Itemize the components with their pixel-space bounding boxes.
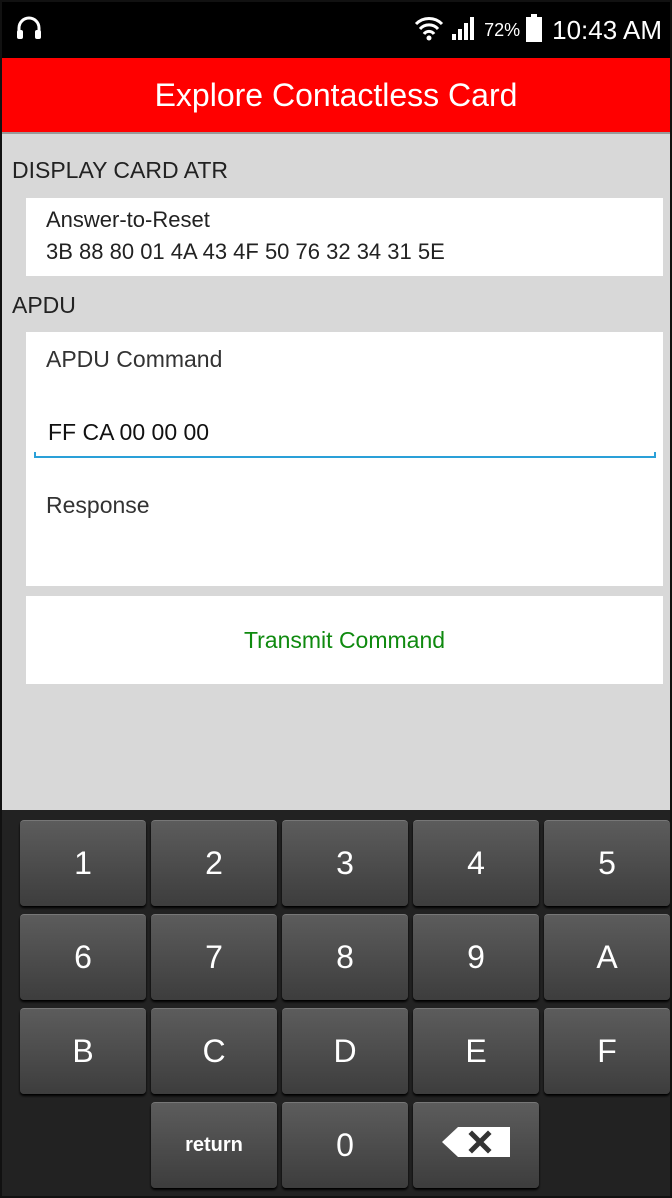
apdu-command-input[interactable] xyxy=(34,412,656,452)
key-e[interactable]: E xyxy=(413,1008,539,1094)
key-1[interactable]: 1 xyxy=(20,820,146,906)
section-label-atr: DISPLAY CARD ATR xyxy=(12,157,229,183)
battery-percentage: 72% xyxy=(484,19,521,40)
key-9[interactable]: 9 xyxy=(413,914,539,1000)
key-2[interactable]: 2 xyxy=(151,820,277,906)
input-underline xyxy=(34,452,656,458)
key-c[interactable]: C xyxy=(151,1008,277,1094)
key-b[interactable]: B xyxy=(20,1008,146,1094)
key-6[interactable]: 6 xyxy=(20,914,146,1000)
key-3[interactable]: 3 xyxy=(282,820,408,906)
apdu-command-label: APDU Command xyxy=(46,346,223,372)
signal-icon xyxy=(450,14,478,47)
atr-value: 3B 88 80 01 4A 43 4F 50 76 32 34 31 5E xyxy=(46,239,445,264)
atr-card: Answer-to-Reset 3B 88 80 01 4A 43 4F 50 … xyxy=(26,198,663,276)
transmit-command-label: Transmit Command xyxy=(243,626,446,653)
key-d[interactable]: D xyxy=(282,1008,408,1094)
app-screen: 72% 10:43 AM Explore Contactless Card DI… xyxy=(0,0,672,1198)
wifi-icon xyxy=(414,14,444,47)
key-8[interactable]: 8 xyxy=(282,914,408,1000)
section-label-apdu: APDU xyxy=(12,292,76,318)
return-key[interactable]: return xyxy=(151,1102,277,1188)
app-title: Explore Contactless Card xyxy=(154,76,518,113)
key-5[interactable]: 5 xyxy=(544,820,670,906)
key-4[interactable]: 4 xyxy=(413,820,539,906)
key-0[interactable]: 0 xyxy=(282,1102,408,1188)
key-a[interactable]: A xyxy=(544,914,670,1000)
app-bar: Explore Contactless Card xyxy=(2,58,670,134)
transmit-command-button[interactable]: Transmit Command xyxy=(26,596,663,684)
key-f[interactable]: F xyxy=(544,1008,670,1094)
numeric-keyboard: 1 2 3 4 5 6 7 8 9 A B C D E F return 0 xyxy=(2,810,670,1196)
backspace-icon xyxy=(440,1125,512,1167)
response-label: Response xyxy=(46,492,150,518)
key-7[interactable]: 7 xyxy=(151,914,277,1000)
clock: 10:43 AM xyxy=(552,14,662,45)
backspace-key[interactable] xyxy=(413,1102,539,1188)
battery-icon xyxy=(526,13,543,47)
headphones-icon xyxy=(16,16,42,45)
apdu-card: APDU Command Response xyxy=(26,332,663,586)
atr-title: Answer-to-Reset xyxy=(46,207,210,232)
status-bar: 72% 10:43 AM xyxy=(2,2,670,58)
